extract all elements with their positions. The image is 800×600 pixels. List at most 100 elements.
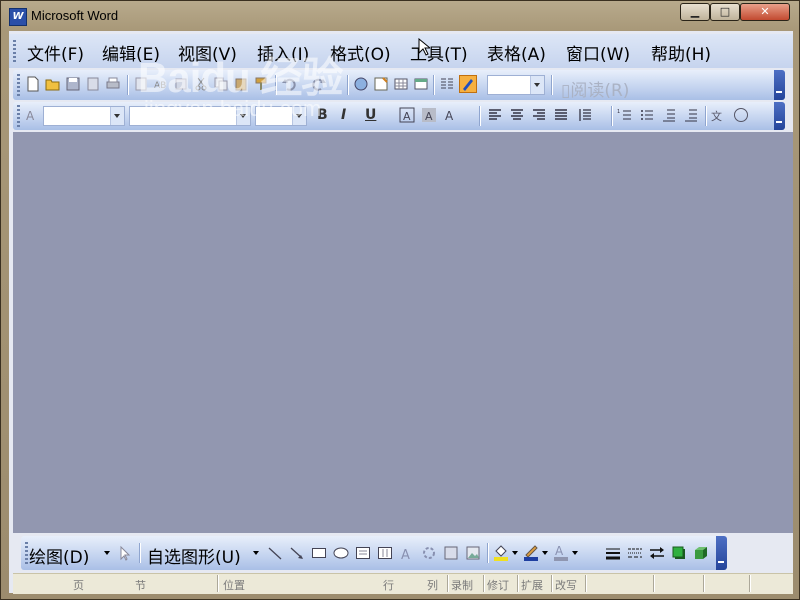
chevron-down-icon[interactable] <box>542 551 548 558</box>
copy-icon[interactable] <box>213 76 229 92</box>
arrow-icon[interactable] <box>289 545 305 561</box>
char-border-icon[interactable]: A <box>399 107 415 123</box>
line-style-icon[interactable] <box>605 545 621 561</box>
justify-icon[interactable] <box>553 107 569 123</box>
undo-icon[interactable] <box>281 76 297 92</box>
menubar-grip[interactable] <box>13 40 16 62</box>
menu-edit[interactable]: 编辑(E) <box>102 40 160 65</box>
chevron-down-icon[interactable] <box>253 551 259 558</box>
chevron-down-icon[interactable] <box>512 551 518 558</box>
textbox-icon[interactable] <box>355 545 371 561</box>
status-ext[interactable]: 扩展 <box>521 577 543 593</box>
bullets-icon[interactable] <box>639 107 655 123</box>
autoshapes-menu-button[interactable]: 自选图形(U) <box>147 543 241 568</box>
research-icon[interactable] <box>173 76 189 92</box>
status-divider <box>749 575 751 592</box>
chevron-down-icon[interactable] <box>110 107 124 125</box>
select-objects-icon[interactable] <box>117 545 133 561</box>
menu-help[interactable]: 帮助(H) <box>651 40 711 65</box>
format-painter-icon[interactable] <box>253 76 269 92</box>
chevron-down-icon[interactable] <box>292 107 306 125</box>
font-color-icon[interactable]: A <box>553 543 569 561</box>
drawing-icon[interactable] <box>459 75 477 93</box>
menu-format[interactable]: 格式(O) <box>330 40 391 65</box>
underline-icon[interactable]: U <box>365 107 376 123</box>
bold-icon[interactable]: B <box>317 107 328 123</box>
word-app-icon[interactable]: W <box>9 8 27 26</box>
toolbar-options-icon[interactable] <box>716 536 727 570</box>
cut-icon[interactable] <box>193 76 209 92</box>
chevron-down-icon[interactable] <box>530 76 544 94</box>
print-preview-icon[interactable] <box>133 76 149 92</box>
menu-window[interactable]: 窗口(W) <box>566 40 630 65</box>
redo-icon[interactable] <box>311 76 327 92</box>
clipart-icon[interactable] <box>443 545 459 561</box>
menu-file[interactable]: 文件(F) <box>27 40 84 65</box>
insert-excel-icon[interactable] <box>413 76 429 92</box>
size-combo[interactable] <box>255 106 307 126</box>
chevron-down-icon[interactable] <box>104 551 110 558</box>
line-icon[interactable] <box>267 545 283 561</box>
align-left-icon[interactable] <box>487 107 503 123</box>
phonetic-guide-icon[interactable]: 文 <box>711 107 727 123</box>
style-combo[interactable] <box>43 106 125 126</box>
title-bar[interactable]: W Microsoft Word ▁ □ ✕ <box>1 1 799 31</box>
wordart-icon[interactable]: A <box>399 545 415 561</box>
zoom-combo[interactable] <box>487 75 545 95</box>
align-right-icon[interactable] <box>531 107 547 123</box>
new-icon[interactable] <box>25 76 41 92</box>
diagram-icon[interactable] <box>421 545 437 561</box>
toolbar-options-icon[interactable] <box>774 70 785 100</box>
close-button[interactable]: ✕ <box>740 3 790 21</box>
scale-icon[interactable]: A <box>443 107 459 123</box>
decrease-indent-icon[interactable] <box>661 107 677 123</box>
center-icon[interactable] <box>509 107 525 123</box>
italic-icon[interactable]: I <box>341 107 346 123</box>
menu-table[interactable]: 表格(A) <box>487 40 546 65</box>
3d-icon[interactable] <box>693 545 709 561</box>
enclose-char-icon[interactable] <box>733 107 749 123</box>
rectangle-icon[interactable] <box>311 545 327 561</box>
toolbar-options-icon[interactable] <box>774 102 785 130</box>
open-icon[interactable] <box>45 76 61 92</box>
tables-borders-icon[interactable] <box>373 76 389 92</box>
toolbar-grip[interactable] <box>17 74 20 96</box>
chevron-down-icon[interactable] <box>572 551 578 558</box>
read-button[interactable]: ▯阅读(R) <box>561 76 629 101</box>
fill-color-icon[interactable] <box>493 543 509 561</box>
paste-icon[interactable] <box>233 76 249 92</box>
menu-insert[interactable]: 插入(I) <box>257 40 309 65</box>
status-ovr[interactable]: 改写 <box>555 577 577 593</box>
permission-icon[interactable] <box>85 76 101 92</box>
shadow-icon[interactable] <box>671 545 687 561</box>
minimize-button[interactable]: ▁ <box>680 3 710 21</box>
font-combo[interactable] <box>129 106 251 126</box>
print-icon[interactable] <box>105 76 121 92</box>
svg-text:A: A <box>403 110 411 123</box>
line-color-icon[interactable] <box>523 543 539 561</box>
line-spacing-icon[interactable] <box>577 107 593 123</box>
arrow-style-icon[interactable] <box>649 545 665 561</box>
char-shading-icon[interactable]: A <box>421 107 437 123</box>
toolbar-grip[interactable] <box>17 105 20 127</box>
picture-icon[interactable] <box>465 545 481 561</box>
oval-icon[interactable] <box>333 545 349 561</box>
dash-style-icon[interactable] <box>627 545 643 561</box>
styles-formatting-icon[interactable]: A <box>25 107 41 123</box>
toolbar-grip[interactable] <box>25 542 28 564</box>
status-trk[interactable]: 修订 <box>487 577 509 593</box>
increase-indent-icon[interactable] <box>683 107 699 123</box>
insert-table-icon[interactable] <box>393 76 409 92</box>
hyperlink-icon[interactable] <box>353 76 369 92</box>
spelling-icon[interactable]: AB <box>153 76 169 92</box>
columns-icon[interactable] <box>439 76 455 92</box>
chevron-down-icon[interactable] <box>236 107 250 125</box>
maximize-button[interactable]: □ <box>710 3 740 21</box>
status-rec[interactable]: 录制 <box>451 577 473 593</box>
draw-menu-button[interactable]: 绘图(D) <box>29 543 89 568</box>
document-area[interactable] <box>13 132 793 533</box>
vertical-textbox-icon[interactable] <box>377 545 393 561</box>
save-icon[interactable] <box>65 76 81 92</box>
numbering-icon[interactable]: 1 <box>617 107 633 123</box>
menu-view[interactable]: 视图(V) <box>178 40 237 65</box>
